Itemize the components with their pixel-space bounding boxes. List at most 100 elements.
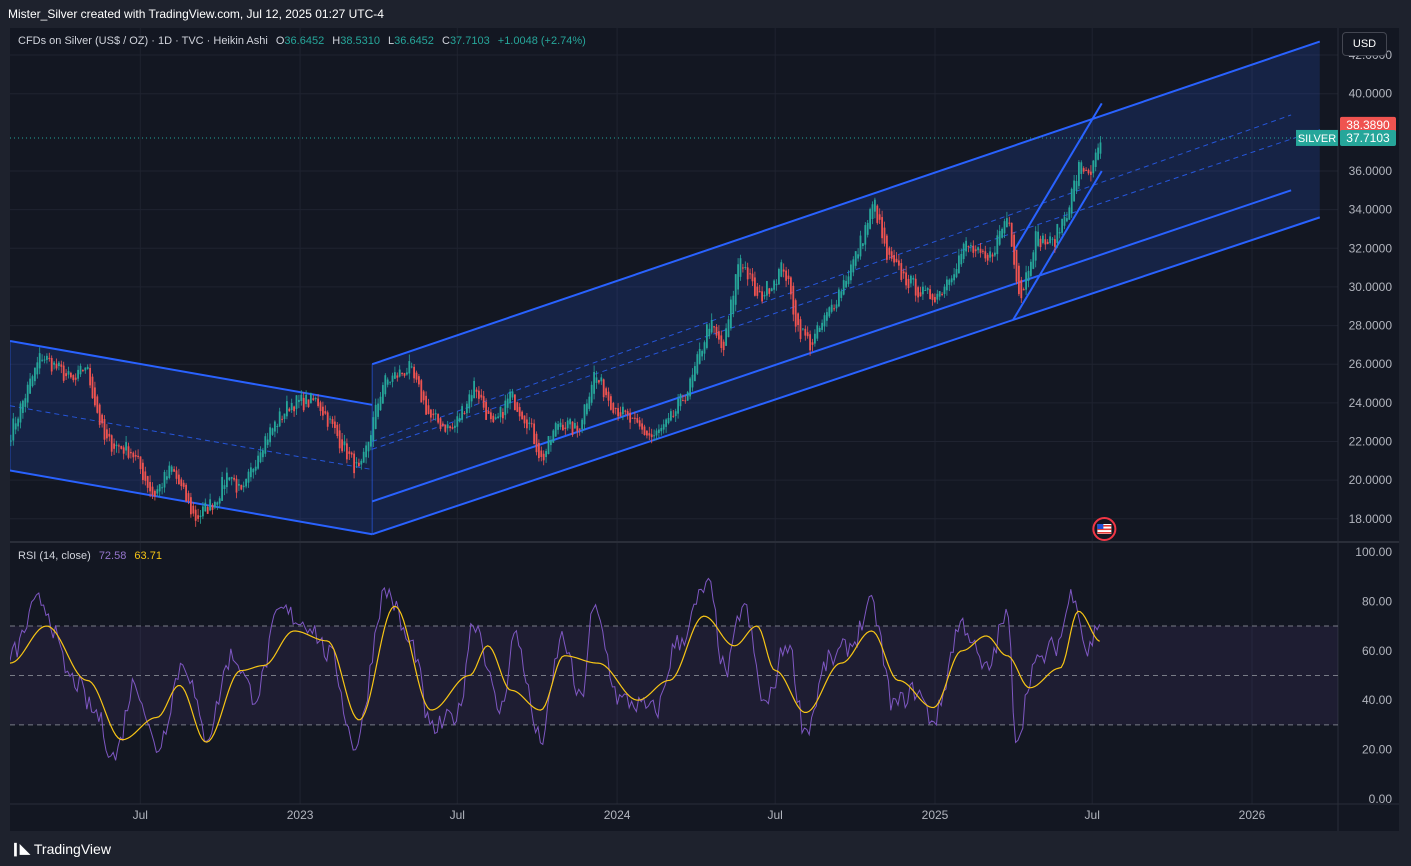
currency-button[interactable]: USD bbox=[1342, 32, 1387, 56]
candle-body bbox=[110, 435, 113, 452]
candle-body bbox=[257, 455, 259, 469]
candle-body bbox=[658, 429, 660, 434]
candle-body bbox=[456, 416, 459, 427]
rsi-title: RSI (14, close) bbox=[18, 550, 91, 562]
candle-body bbox=[389, 381, 391, 383]
candle-body bbox=[245, 478, 247, 487]
candle-body bbox=[504, 400, 507, 416]
candle-body bbox=[924, 290, 927, 292]
candle-body bbox=[862, 243, 864, 246]
footer-brand: TradingView bbox=[33, 840, 111, 857]
candle-body bbox=[607, 391, 610, 401]
candle-body bbox=[804, 328, 807, 336]
candle-body bbox=[60, 364, 63, 367]
candle-body bbox=[305, 394, 307, 405]
candle-body bbox=[312, 398, 315, 401]
candle-body bbox=[526, 419, 528, 429]
candle-body bbox=[821, 322, 823, 330]
candle-body bbox=[950, 278, 953, 283]
candle-body bbox=[360, 460, 363, 465]
candle-body bbox=[242, 485, 245, 488]
candle-body bbox=[1006, 218, 1008, 228]
candle-body bbox=[538, 442, 540, 459]
candle-body bbox=[734, 274, 737, 305]
time-tick-label: Jul bbox=[133, 808, 148, 822]
candle-body bbox=[62, 365, 65, 381]
candle-body bbox=[967, 246, 970, 248]
candle-body bbox=[338, 430, 341, 449]
candle-body bbox=[826, 312, 828, 321]
candle-body bbox=[962, 243, 965, 260]
candle-body bbox=[586, 403, 588, 415]
candle-body bbox=[787, 275, 790, 280]
candle-body bbox=[408, 361, 411, 374]
candle-body bbox=[550, 440, 552, 446]
rsi-tick-label: 20.00 bbox=[1362, 743, 1392, 757]
candle-body bbox=[1025, 272, 1027, 290]
candle-body bbox=[540, 450, 543, 457]
candle-body bbox=[552, 430, 555, 443]
candle-body bbox=[1013, 234, 1015, 265]
rsi-value: 72.58 bbox=[98, 550, 127, 562]
candle-body bbox=[746, 267, 749, 280]
candle-body bbox=[439, 418, 442, 429]
price-tick-label: 32.0000 bbox=[1349, 241, 1393, 255]
time-tick-label: Jul bbox=[768, 808, 783, 822]
candle-body bbox=[178, 474, 180, 485]
candle-body bbox=[151, 486, 154, 496]
candle-body bbox=[334, 421, 336, 428]
candle-body bbox=[1003, 221, 1006, 234]
chart-caption: Mister_Silver created with TradingView.c… bbox=[0, 0, 1411, 28]
candle-body bbox=[766, 281, 768, 296]
candle-body bbox=[1080, 162, 1083, 174]
candle-body bbox=[235, 478, 238, 493]
candle-body bbox=[24, 398, 27, 407]
low-value: 36.6452 bbox=[394, 35, 434, 47]
candle-body bbox=[310, 393, 312, 404]
candle-body bbox=[146, 476, 149, 488]
candle-body bbox=[545, 451, 547, 458]
candle-body bbox=[1042, 235, 1044, 243]
candle-body bbox=[660, 427, 663, 432]
candle-body bbox=[874, 199, 876, 212]
candle-body bbox=[554, 423, 557, 437]
candle-body bbox=[835, 304, 838, 309]
candle-body bbox=[1037, 231, 1039, 246]
chart-canvas[interactable]: Jul2023Jul2024Jul2025Jul202642.000040.00… bbox=[10, 28, 1399, 831]
candle-body bbox=[163, 472, 166, 488]
candle-body bbox=[778, 268, 780, 285]
close-label: C bbox=[441, 35, 450, 47]
candle-body bbox=[806, 332, 809, 337]
candle-body bbox=[686, 392, 689, 401]
candle-body bbox=[732, 295, 735, 314]
candle-body bbox=[758, 291, 761, 293]
candle-body bbox=[293, 406, 295, 412]
candle-body bbox=[624, 410, 627, 412]
candle-body bbox=[638, 420, 641, 427]
candle-body bbox=[348, 451, 351, 454]
candle-body bbox=[811, 342, 814, 345]
candle-body bbox=[715, 326, 718, 336]
candle-body bbox=[34, 367, 36, 382]
candle-body bbox=[506, 398, 509, 408]
candle-body bbox=[970, 245, 972, 247]
chart-area[interactable]: Jul2023Jul2024Jul2025Jul202642.000040.00… bbox=[10, 28, 1399, 831]
candle-body bbox=[430, 409, 432, 418]
candle-body bbox=[941, 293, 943, 295]
candle-body bbox=[319, 402, 322, 412]
candle-body bbox=[413, 366, 415, 379]
candle-body bbox=[773, 280, 775, 290]
price-tick-label: 34.0000 bbox=[1349, 203, 1393, 217]
candle-body bbox=[89, 367, 91, 386]
candle-body bbox=[542, 453, 545, 461]
candle-body bbox=[926, 288, 929, 291]
candle-body bbox=[444, 424, 447, 432]
candle-body bbox=[43, 359, 46, 361]
candle-body bbox=[518, 407, 521, 417]
candle-body bbox=[14, 423, 17, 430]
candle-body bbox=[437, 413, 439, 423]
candle-body bbox=[612, 403, 615, 413]
candle-body bbox=[850, 264, 852, 281]
candle-body bbox=[132, 452, 135, 458]
candle-body bbox=[626, 411, 629, 415]
